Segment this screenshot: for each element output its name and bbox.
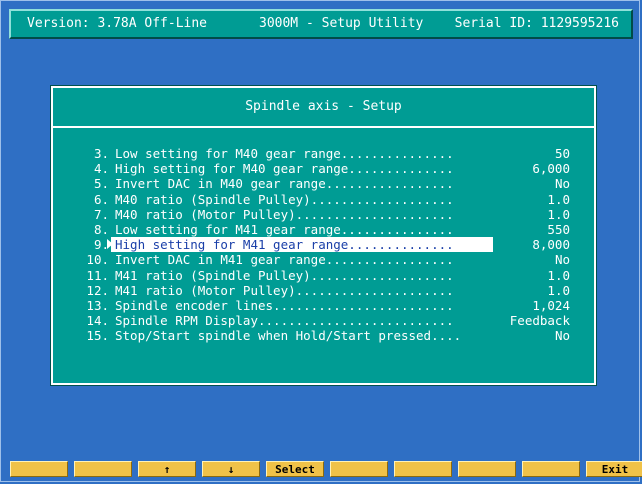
setting-value: 50: [554, 146, 570, 161]
setting-number: 7.: [93, 206, 109, 222]
fkey-f8-button[interactable]: [458, 461, 516, 477]
fkey-f6-button[interactable]: [330, 461, 388, 477]
setting-number: 13.: [86, 297, 109, 313]
settings-list: 3. Low setting for M40 gear range........…: [53, 146, 594, 343]
spindle-setup-dialog: Spindle axis - Setup 3. Low setting for M…: [50, 85, 597, 386]
fkey-f4-down-button[interactable]: ↓: [202, 461, 260, 477]
setting-value: 8,000: [532, 237, 570, 253]
setting-value: 1.0: [547, 206, 570, 222]
setting-number: 15.: [86, 328, 109, 344]
setting-value: 1.0: [547, 282, 570, 298]
setting-label: M40 ratio (Spindle Pulley)..............…: [115, 191, 454, 207]
setting-label: Invert DAC in M41 gear range............…: [115, 252, 454, 268]
setting-row[interactable]: 15. Stop/Start spindle when Hold/Start pr…: [53, 328, 594, 343]
title-bar: Version: 3.78A Off-Line 3000M - Setup Ut…: [9, 9, 633, 39]
setting-number: 5.: [93, 176, 109, 192]
version-label: Version: 3.78A Off-Line: [27, 16, 208, 31]
fkey-f3-up-button[interactable]: ↑: [138, 461, 196, 477]
setting-label: Low setting for M40 gear range..........…: [115, 146, 454, 161]
setting-value: 1.0: [547, 267, 570, 283]
setting-number: 3.: [93, 146, 109, 161]
setting-number: 4.: [93, 161, 109, 177]
setting-value: No: [554, 328, 570, 344]
setting-label: Stop/Start spindle when Hold/Start press…: [115, 328, 462, 344]
fkey-f9-button[interactable]: [522, 461, 580, 477]
setting-label: M40 ratio (Motor Pulley)................…: [115, 206, 454, 222]
setting-row[interactable]: 7. M40 ratio (Motor Pulley)..............…: [53, 207, 594, 222]
setting-row[interactable]: 11. M41 ratio (Spindle Pulley)...........…: [53, 268, 594, 283]
setting-row[interactable]: 14. Spindle RPM Display..................…: [53, 313, 594, 328]
fkey-f7-button[interactable]: [394, 461, 452, 477]
setting-label: High setting for M41 gear range.........…: [115, 237, 454, 253]
setting-row[interactable]: 10. Invert DAC in M41 gear range.........…: [53, 252, 594, 267]
setting-number: 14.: [86, 313, 109, 329]
setting-row[interactable]: 4. High setting for M40 gear range.......…: [53, 161, 594, 176]
setting-label: Low setting for M41 gear range..........…: [115, 221, 454, 237]
setting-row[interactable]: 13. Spindle encoder lines................…: [53, 298, 594, 313]
setting-value: 550: [547, 221, 570, 237]
setting-value: No: [554, 176, 570, 192]
setting-row[interactable]: 6. M40 ratio (Spindle Pulley)............…: [53, 192, 594, 207]
app-title: 3000M - Setup Utility: [259, 16, 424, 31]
setting-value: Feedback: [509, 313, 570, 329]
setting-label: High setting for M40 gear range.........…: [115, 161, 454, 177]
setting-label: Invert DAC in M40 gear range............…: [115, 176, 454, 192]
setting-row[interactable]: 9. High setting for M41 gear range.......…: [53, 237, 594, 253]
fkey-f10-exit-button[interactable]: Exit: [586, 461, 642, 477]
setting-label: Spindle RPM Display.....................…: [115, 313, 454, 329]
fkey-f1-button[interactable]: [10, 461, 68, 477]
setting-number: 6.: [93, 191, 109, 207]
setting-row[interactable]: 12. M41 ratio (Motor Pulley).............…: [53, 283, 594, 298]
setting-value: No: [554, 252, 570, 268]
selection-arrow-icon: [107, 239, 113, 250]
setting-number: 8.: [93, 221, 109, 237]
serial-id: Serial ID: 1129595216: [454, 16, 619, 31]
setting-row[interactable]: 8. Low setting for M41 gear range........…: [53, 222, 594, 237]
dialog-title: Spindle axis - Setup: [53, 88, 594, 128]
setting-label: M41 ratio (Motor Pulley)................…: [115, 282, 454, 298]
function-key-bar: ↑ ↓ Select Exit: [10, 461, 642, 477]
setting-value: 6,000: [532, 161, 570, 177]
setting-value: 1.0: [547, 191, 570, 207]
setting-number: 12.: [86, 282, 109, 298]
setting-label: M41 ratio (Spindle Pulley)..............…: [115, 267, 454, 283]
setting-label: Spindle encoder lines...................…: [115, 297, 454, 313]
setting-row[interactable]: 3. Low setting for M40 gear range........…: [53, 146, 594, 161]
setting-number: 11.: [86, 267, 109, 283]
setting-number: 10.: [86, 252, 109, 268]
setting-value: 1,024: [532, 297, 570, 313]
setting-number: 9.: [93, 237, 109, 253]
fkey-f2-button[interactable]: [74, 461, 132, 477]
fkey-f5-select-button[interactable]: Select: [266, 461, 324, 477]
setting-row[interactable]: 5. Invert DAC in M40 gear range..........…: [53, 176, 594, 191]
